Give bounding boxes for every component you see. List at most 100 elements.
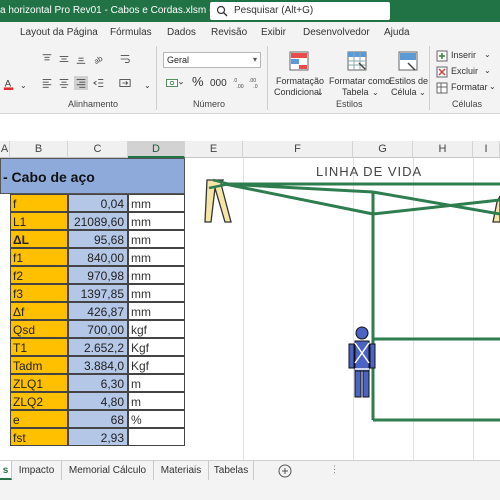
- chevron-down-icon[interactable]: ⌄: [144, 80, 151, 91]
- align-center-icon[interactable]: [57, 76, 71, 90]
- column-header-e[interactable]: E: [185, 141, 243, 158]
- format-label: Formatar: [451, 82, 488, 92]
- unit-cell[interactable]: mm: [128, 230, 185, 248]
- number-format-select[interactable]: Geral ▾: [163, 52, 261, 68]
- value-cell[interactable]: 1397,85: [68, 284, 128, 302]
- thousands-separator-button[interactable]: 000: [210, 78, 227, 89]
- value-cell[interactable]: 700,00: [68, 320, 128, 338]
- decrease-decimal-icon[interactable]: .00.0: [248, 76, 262, 90]
- column-header-d[interactable]: D: [128, 141, 185, 158]
- symbol-cell[interactable]: e: [10, 410, 68, 428]
- unit-cell[interactable]: m: [128, 374, 185, 392]
- value-cell[interactable]: 840,00: [68, 248, 128, 266]
- unit-cell[interactable]: mm: [128, 266, 185, 284]
- symbol-cell[interactable]: ΔL: [10, 230, 68, 248]
- unit-cell[interactable]: mm: [128, 248, 185, 266]
- sheet-tab-active[interactable]: s: [0, 461, 12, 480]
- value-cell-text: 6,30: [100, 377, 124, 391]
- worksheet-grid[interactable]: - Cabo de aço f 0,04 mm L1 21089,60 mm ΔL 95,68…: [0, 158, 500, 465]
- unit-cell[interactable]: kgf: [128, 320, 185, 338]
- tab-help[interactable]: Ajuda: [384, 27, 410, 38]
- unit-cell[interactable]: [128, 428, 185, 446]
- sheet-title-cell[interactable]: - Cabo de aço: [0, 158, 185, 194]
- symbol-cell[interactable]: fst: [10, 428, 68, 446]
- unit-cell[interactable]: mm: [128, 194, 185, 212]
- symbol-cell[interactable]: T1: [10, 338, 68, 356]
- value-cell[interactable]: 21089,60: [68, 212, 128, 230]
- tab-data[interactable]: Dados: [167, 27, 196, 38]
- align-right-icon[interactable]: [74, 76, 88, 90]
- symbol-cell[interactable]: f3: [10, 284, 68, 302]
- align-left-icon[interactable]: [40, 76, 54, 90]
- align-bottom-icon[interactable]: [74, 52, 88, 66]
- value-cell[interactable]: 95,68: [68, 230, 128, 248]
- orientation-icon[interactable]: ab: [92, 52, 108, 66]
- column-header-f[interactable]: F: [243, 141, 353, 158]
- format-as-table-label-2: Tabela: [342, 87, 369, 97]
- symbol-cell-text: Qsd: [13, 323, 36, 337]
- increase-decimal-icon[interactable]: .0.00: [232, 76, 246, 90]
- column-header-a[interactable]: A: [0, 141, 10, 158]
- symbol-cell[interactable]: ZLQ2: [10, 392, 68, 410]
- column-header-h[interactable]: H: [413, 141, 473, 158]
- currency-icon[interactable]: [164, 76, 186, 90]
- symbol-cell[interactable]: f1: [10, 248, 68, 266]
- tab-view[interactable]: Exibir: [261, 27, 286, 38]
- tab-review[interactable]: Revisão: [211, 27, 247, 38]
- delete-cells-button[interactable]: Excluir ⌄: [433, 64, 495, 78]
- symbol-cell[interactable]: Qsd: [10, 320, 68, 338]
- unit-cell[interactable]: mm: [128, 212, 185, 230]
- symbol-cell[interactable]: Δf: [10, 302, 68, 320]
- add-sheet-icon[interactable]: [278, 464, 292, 478]
- value-cell[interactable]: 2,93: [68, 428, 128, 446]
- conditional-formatting-button[interactable]: Formatação Condicional ⌄: [271, 48, 325, 97]
- symbol-cell[interactable]: L1: [10, 212, 68, 230]
- tab-developer[interactable]: Desenvolvedor: [303, 27, 370, 38]
- percent-button[interactable]: %: [192, 75, 204, 88]
- column-header-g[interactable]: G: [353, 141, 413, 158]
- symbol-cell-text: T1: [13, 341, 28, 355]
- font-color-icon[interactable]: A: [2, 76, 16, 92]
- unit-cell[interactable]: mm: [128, 284, 185, 302]
- sheet-tab-materiais[interactable]: Materiais: [154, 461, 209, 480]
- wrap-text-icon[interactable]: [118, 52, 132, 66]
- column-header-b[interactable]: B: [10, 141, 68, 158]
- symbol-cell-text: f2: [13, 269, 24, 283]
- unit-cell[interactable]: mm: [128, 302, 185, 320]
- merge-center-icon[interactable]: [118, 76, 132, 90]
- search-box[interactable]: Pesquisar (Alt+G): [210, 2, 390, 20]
- sheet-tab-impacto[interactable]: Impacto: [12, 461, 62, 480]
- unit-cell[interactable]: Kgf: [128, 356, 185, 374]
- format-cells-button[interactable]: Formatar ⌄: [433, 80, 496, 94]
- cell-styles-button[interactable]: Estilos de Célula ⌄: [386, 48, 428, 97]
- more-options-icon[interactable]: ⋮: [330, 464, 339, 475]
- sheet-tab-tabelas[interactable]: Tabelas: [209, 461, 254, 480]
- unit-cell[interactable]: m: [128, 392, 185, 410]
- symbol-cell[interactable]: f: [10, 194, 68, 212]
- value-cell[interactable]: 68: [68, 410, 128, 428]
- chevron-down-icon[interactable]: ⌄: [20, 80, 27, 91]
- value-cell[interactable]: 6,30: [68, 374, 128, 392]
- insert-cells-button[interactable]: Inserir ⌄: [433, 48, 495, 62]
- sheet-tab-memorial-calculo[interactable]: Memorial Cálculo: [62, 461, 154, 480]
- column-header-i[interactable]: I: [473, 141, 500, 158]
- symbol-cell[interactable]: Tadm: [10, 356, 68, 374]
- decrease-indent-icon[interactable]: [92, 76, 106, 90]
- tab-formulas[interactable]: Fórmulas: [110, 27, 152, 38]
- value-cell[interactable]: 2.652,2: [68, 338, 128, 356]
- align-top-icon[interactable]: [40, 52, 54, 66]
- tab-page-layout[interactable]: Layout da Página: [20, 27, 98, 38]
- value-cell-text: 4,80: [100, 395, 124, 409]
- unit-cell[interactable]: %: [128, 410, 185, 428]
- unit-cell[interactable]: Kgf: [128, 338, 185, 356]
- symbol-cell[interactable]: ZLQ1: [10, 374, 68, 392]
- value-cell[interactable]: 0,04: [68, 194, 128, 212]
- align-middle-icon[interactable]: [57, 52, 71, 66]
- value-cell[interactable]: 970,98: [68, 266, 128, 284]
- value-cell[interactable]: 3.884,0: [68, 356, 128, 374]
- column-header-c[interactable]: C: [68, 141, 128, 158]
- format-as-table-button[interactable]: Formatar como Tabela ⌄: [327, 48, 390, 97]
- value-cell[interactable]: 426,87: [68, 302, 128, 320]
- symbol-cell[interactable]: f2: [10, 266, 68, 284]
- value-cell[interactable]: 4,80: [68, 392, 128, 410]
